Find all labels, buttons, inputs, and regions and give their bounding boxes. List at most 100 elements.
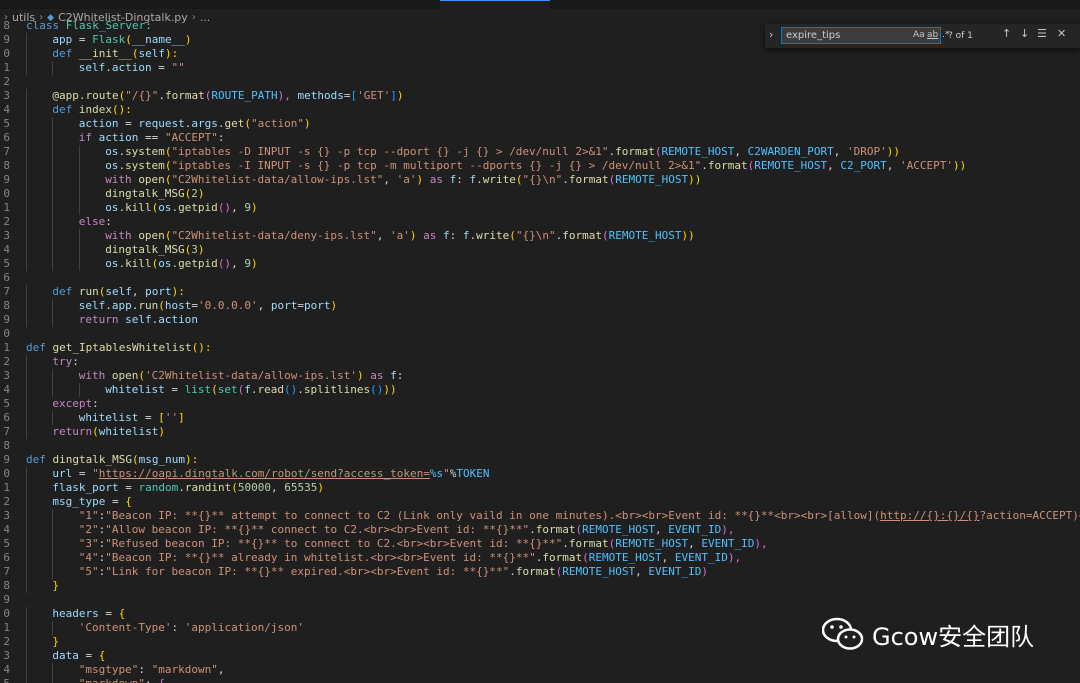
code-line[interactable]: 1 flask_port = random.randint(50000, 6553…	[0, 481, 1080, 495]
code-line[interactable]: 6	[0, 271, 1080, 285]
line-number: 8	[3, 159, 10, 172]
code-token: "	[92, 467, 99, 480]
code-line[interactable]: 9 return self.action	[0, 313, 1080, 327]
code-editor[interactable]: 8 class Flask_Server: 9 app = Flask(__name_…	[0, 19, 1080, 683]
code-line[interactable]: 0	[0, 327, 1080, 341]
code-token: ()	[217, 257, 232, 270]
code-line[interactable]: 2 msg_type = {	[0, 495, 1080, 509]
code-line[interactable]: 1 self.action = ""	[0, 61, 1080, 75]
code-line[interactable]: 7 def run(self, port):	[0, 285, 1080, 299]
code-token: REMOTE_HOST	[661, 145, 735, 158]
code-token: {	[125, 495, 132, 508]
line-number: 9	[3, 33, 10, 46]
line-number: 3	[3, 369, 10, 382]
code-line[interactable]: 4 def index():	[0, 103, 1080, 117]
code-token: )	[330, 299, 338, 312]
code-text: return(whitelist)	[52, 425, 165, 439]
code-line[interactable]: 4 whitelist = list(set(f.read().splitline…	[0, 383, 1080, 397]
code-token: run	[78, 285, 99, 298]
indent-guide	[52, 565, 54, 579]
code-line[interactable]: 3 with open('C2Whitelist-data/allow-ips.l…	[0, 369, 1080, 383]
code-line[interactable]: 0 dingtalk_MSG(2)	[0, 187, 1080, 201]
code-line[interactable]: 1 os.kill(os.getpid(), 9)	[0, 201, 1080, 215]
code-token: kill	[125, 201, 152, 214]
code-line[interactable]: 3 with open ("C2Whitelist-data/deny-ips.ls…	[0, 229, 1080, 243]
code-token: randint	[184, 481, 232, 494]
code-line[interactable]: 7 os.system("iptables -D INPUT -s {} -p t…	[0, 145, 1080, 159]
code-line[interactable]: 2	[0, 75, 1080, 89]
code-line[interactable]: 5 "3":"Refused beacon IP: **{}** to conne…	[0, 537, 1080, 551]
match-case-icon[interactable]: Aa	[913, 30, 925, 40]
code-line[interactable]: 5 action = request.args.get("action")	[0, 117, 1080, 131]
indent-guide	[52, 677, 54, 683]
code-line[interactable]: 2 else:	[0, 215, 1080, 229]
code-token: def	[26, 453, 53, 466]
indent-guide	[26, 607, 27, 621]
code-token: __name__	[131, 33, 185, 46]
indent-guide	[26, 649, 27, 663]
code-line[interactable]: 5 except:	[0, 397, 1080, 411]
code-line[interactable]: 8}	[0, 579, 1080, 593]
editor-tab-active[interactable]	[440, 0, 550, 9]
code-token: ()	[217, 201, 232, 214]
code-token: "4"	[78, 551, 99, 564]
code-line[interactable]: 5 os.kill(os.getpid(), 9)	[0, 257, 1080, 271]
code-line[interactable]: 6 "4":"Beacon IP: **{}** already in white…	[0, 551, 1080, 565]
code-token: ))	[688, 173, 702, 186]
code-token: (	[582, 551, 589, 564]
find-input[interactable]	[786, 29, 894, 42]
code-line[interactable]: 6 whitelist = ['']	[0, 411, 1080, 425]
code-token: ),	[721, 523, 735, 536]
find-in-selection-icon[interactable]: ☰	[1037, 27, 1047, 40]
line-number: 8	[3, 299, 10, 312]
code-line[interactable]: 3 @app.route("/{}".format(ROUTE_PATH), me…	[0, 89, 1080, 103]
code-token: ""	[171, 61, 185, 74]
line-number: 8	[3, 579, 10, 592]
indent-guide	[26, 131, 27, 145]
code-token: :	[105, 215, 112, 228]
next-match-icon[interactable]: ↓	[1020, 27, 1029, 40]
code-line[interactable]: 9 with open("C2Whitelist-data/allow-ips.l…	[0, 173, 1080, 187]
code-line[interactable]: 4 "2":"Allow beacon IP: **{}** connect to…	[0, 523, 1080, 537]
code-token: __init__	[78, 47, 132, 60]
code-line[interactable]: 9	[0, 593, 1080, 607]
code-text: "1":"Beacon IP: **{}** attempt to connec…	[79, 509, 1080, 523]
code-line[interactable]: 4 "msgtype": "markdown",	[0, 663, 1080, 677]
code-line[interactable]: 3 "1":"Beacon IP: **{}** attempt to conne…	[0, 509, 1080, 523]
code-line[interactable]: 8 os.system("iptables -I INPUT -s {} -p t…	[0, 159, 1080, 173]
close-icon[interactable]: ✕	[1057, 27, 1066, 40]
indent-guide	[52, 257, 54, 271]
code-token: self	[78, 299, 106, 312]
indent-guide	[26, 509, 27, 523]
code-token: "1"	[78, 509, 99, 522]
code-line[interactable]: 8	[0, 439, 1080, 453]
code-line[interactable]: 2 try:	[0, 355, 1080, 369]
code-line[interactable]: 7 "5":"Link for beacon IP: **{}** expired…	[0, 565, 1080, 579]
code-line[interactable]: 1 def get_IptablesWhitelist():	[0, 341, 1080, 355]
code-line[interactable]: 5 "markdown": {	[0, 677, 1080, 683]
find-input-box[interactable]: Aa ab .*	[781, 27, 949, 44]
code-line[interactable]: 8 self.app.run(host='0.0.0.0', port=port)	[0, 299, 1080, 313]
code-line[interactable]: 7 return(whitelist)	[0, 425, 1080, 439]
code-line[interactable]: 9 def dingtalk_MSG(msg_num):	[0, 453, 1080, 467]
code-line[interactable]: 6 if action == "ACCEPT":	[0, 131, 1080, 145]
line-number: 8	[3, 19, 10, 32]
code-text: "3":"Refused beacon IP: **{}** to connec…	[79, 537, 768, 551]
line-number: 1	[3, 61, 10, 74]
code-token: .	[297, 383, 304, 396]
code-token: =	[98, 607, 119, 620]
whole-word-icon[interactable]: ab	[927, 30, 938, 40]
code-token: .	[701, 159, 708, 172]
code-text: dingtalk_MSG(3)	[105, 243, 204, 257]
previous-match-icon[interactable]: ↑	[1002, 27, 1011, 40]
toggle-replace-icon[interactable]: ›	[769, 28, 773, 41]
code-line[interactable]: 0 url = "https://oapi.dingtalk.com/robot/…	[0, 467, 1080, 481]
code-token: =	[78, 649, 99, 662]
indent-guide	[78, 383, 80, 397]
code-line[interactable]: 4 dingtalk_MSG(3)	[0, 243, 1080, 257]
code-token: Flask	[92, 33, 126, 46]
line-number: 2	[3, 355, 10, 368]
code-line[interactable]: 0 def __init__(self):	[0, 47, 1080, 61]
indent-guide	[52, 243, 54, 257]
code-token: format	[562, 229, 602, 242]
